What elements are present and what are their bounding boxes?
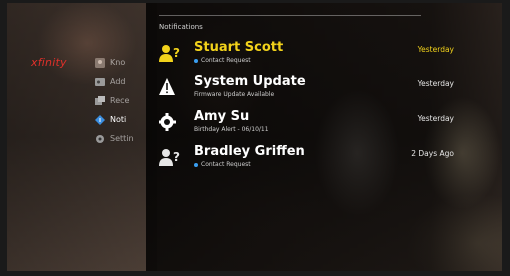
notification-time: 2 Days Ago: [411, 149, 454, 158]
status-dot-icon: [194, 58, 198, 63]
status-dot-icon: [194, 162, 198, 167]
notification-time: Yesterday: [417, 45, 454, 54]
notification-subtitle: Contact Request: [194, 57, 251, 64]
notification-subtitle: Birthday Alert - 06/10/11: [194, 126, 269, 133]
info-icon: [95, 114, 105, 125]
notification-item[interactable]: ? Stuart Scott Contact Request Yesterday: [159, 40, 454, 66]
sidebar-item-label: Rece: [110, 96, 130, 105]
svg-text:?: ?: [173, 150, 180, 164]
sidebar-item-label: Noti: [110, 115, 127, 124]
tv-screen: xfinity Kno Add Rece Noti Settin Notific…: [7, 3, 502, 271]
panel-title: Notifications: [159, 23, 203, 31]
notification-time: Yesterday: [417, 114, 454, 123]
notification-item[interactable]: System Update Firmware Update Available …: [159, 74, 454, 100]
sidebar-item-label: Add: [110, 77, 126, 86]
notification-item[interactable]: Amy Su Birthday Alert - 06/10/11 Yesterd…: [159, 109, 454, 135]
notification-title: Amy Su: [194, 109, 250, 124]
warning-icon: [159, 78, 175, 95]
notification-item[interactable]: ? Bradley Griffen Contact Request 2 Days…: [159, 144, 454, 170]
gear-icon: [96, 134, 104, 143]
notification-title: Stuart Scott: [194, 40, 284, 55]
notification-subtitle-text: Contact Request: [201, 161, 251, 168]
avatar-icon: [95, 57, 105, 68]
notification-time: Yesterday: [417, 79, 454, 88]
notification-subtitle: Contact Request: [194, 161, 251, 168]
recent-calls-icon: [95, 95, 105, 105]
panel-divider: [159, 15, 421, 16]
sidebar-item-label: Kno: [110, 58, 126, 67]
brand-logo: xfinity: [31, 56, 67, 69]
contact-request-icon: ?: [159, 149, 180, 166]
notification-title: Bradley Griffen: [194, 144, 305, 159]
notification-title: System Update: [194, 74, 306, 89]
sidebar-item-label: Settin: [110, 134, 134, 143]
notification-subtitle-text: Contact Request: [201, 57, 251, 64]
birthday-gear-icon: [159, 113, 176, 131]
notification-subtitle: Firmware Update Available: [194, 91, 275, 98]
contact-card-icon: [95, 77, 105, 86]
svg-text:?: ?: [173, 46, 180, 60]
contact-request-icon: ?: [159, 45, 180, 62]
